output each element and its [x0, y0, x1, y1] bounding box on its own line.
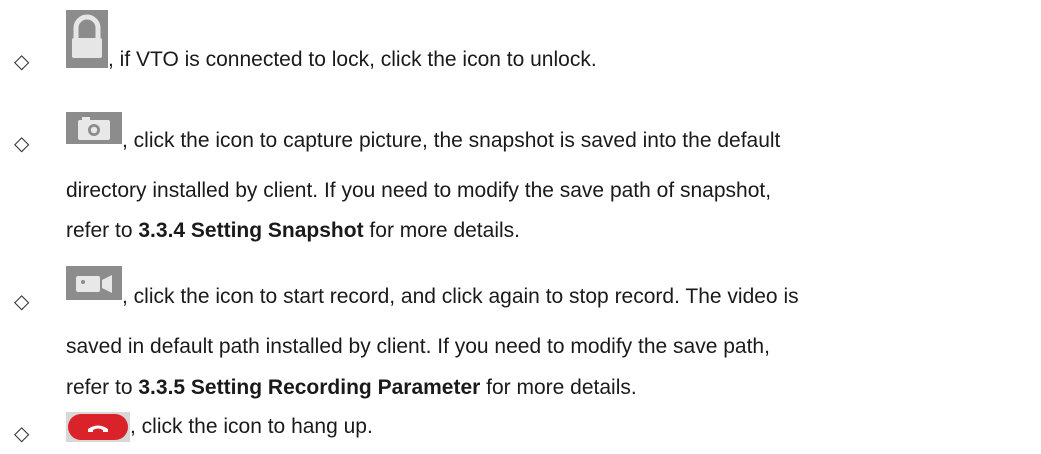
bullet-marker: ◇ — [14, 423, 30, 445]
item-video-line-3-pre: refer to — [66, 376, 139, 399]
item-video-line-3: refer to 3.3.5 Setting Recording Paramet… — [66, 375, 637, 401]
item-video-line-1: , click the icon to start record, and cl… — [122, 285, 799, 308]
item-lock-text: , if VTO is connected to lock, click the… — [108, 48, 597, 71]
item-hangup-text: , click the icon to hang up. — [130, 415, 373, 438]
bullet-marker: ◇ — [14, 51, 30, 73]
lock-icon — [66, 10, 108, 68]
item-video-line-2: saved in default path installed by clien… — [66, 335, 770, 358]
bullet-marker: ◇ — [14, 133, 30, 155]
snapshot-section-reference: 3.3.4 Setting Snapshot — [138, 219, 364, 242]
item-camera-line-3: refer to 3.3.4 Setting Snapshot for more… — [66, 218, 520, 244]
bullet-marker: ◇ — [14, 291, 30, 313]
item-video-line-3-post: for more details. — [480, 376, 637, 399]
item-camera-line-3-post: for more details. — [363, 219, 520, 242]
recording-section-reference: 3.3.5 Setting Recording Parameter — [138, 376, 481, 399]
item-camera-line-3-pre: refer to — [66, 219, 139, 242]
item-camera-line-1: , click the icon to capture picture, the… — [122, 129, 781, 152]
hang-up-icon — [66, 412, 130, 442]
item-camera-line-2: directory installed by client. If you ne… — [66, 179, 772, 202]
video-record-icon — [66, 266, 122, 300]
camera-icon — [66, 112, 122, 144]
